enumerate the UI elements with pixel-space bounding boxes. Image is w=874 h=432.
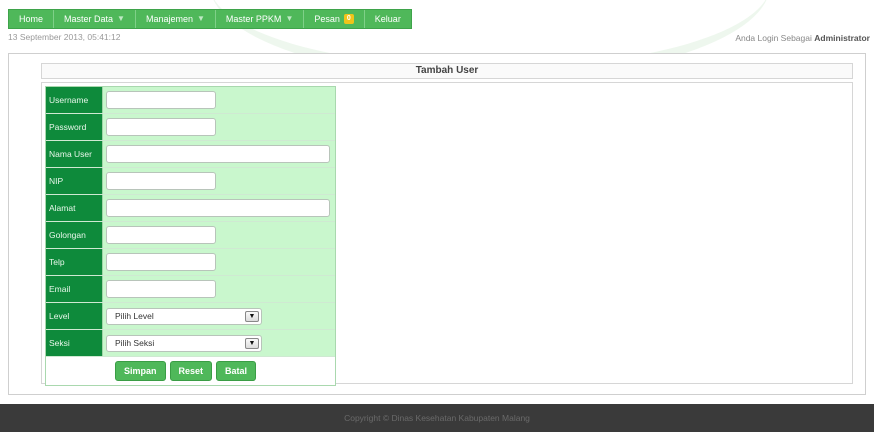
footer: Copyright © Dinas Kesehatan Kabupaten Ma… (0, 404, 874, 432)
form-row-nama-user: Nama User (46, 141, 335, 168)
nav-master-ppkm[interactable]: Master PPKM ▼ (216, 10, 305, 28)
dropdown-arrow-icon[interactable]: ▼ (245, 310, 259, 322)
email-label: Email (46, 276, 103, 302)
main-panel: Tambah User Username Password Nama User … (8, 53, 866, 395)
nav-home[interactable]: Home (9, 10, 55, 28)
actions-spacer (46, 357, 103, 385)
nav-master-data[interactable]: Master Data ▼ (54, 10, 136, 28)
message-count-badge: 0 (343, 14, 354, 24)
nip-input[interactable] (106, 172, 216, 190)
form-row-username: Username (46, 87, 335, 114)
nav-manajemen[interactable]: Manajemen ▼ (136, 10, 216, 28)
level-select[interactable]: Pilih Level ▼ (106, 307, 262, 325)
nama-user-input[interactable] (106, 145, 330, 163)
password-input[interactable] (106, 118, 216, 136)
form-row-password: Password (46, 114, 335, 141)
form-row-level: Level Pilih Level ▼ (46, 303, 335, 330)
dropdown-arrow-icon[interactable]: ▼ (245, 337, 259, 349)
chevron-down-icon: ▼ (197, 14, 205, 23)
form-row-email: Email (46, 276, 335, 303)
username-input[interactable] (106, 91, 216, 109)
form-row-actions: Simpan Reset Batal (46, 357, 335, 385)
nip-label: NIP (46, 168, 103, 194)
form-title: Tambah User (41, 63, 853, 79)
username-label: Username (46, 87, 103, 113)
top-nav: Home Master Data ▼ Manajemen ▼ Master PP… (8, 9, 412, 29)
email-input[interactable] (106, 280, 216, 298)
chevron-down-icon: ▼ (285, 14, 294, 23)
alamat-label: Alamat (46, 195, 103, 221)
datetime: 13 September 2013, 05:41:12 (8, 32, 121, 42)
nav-keluar-label: Keluar (374, 14, 401, 24)
add-user-form: Username Password Nama User NIP Alamat G… (45, 86, 336, 386)
chevron-down-icon: ▼ (117, 14, 125, 23)
nav-home-label: Home (19, 14, 44, 24)
seksi-select[interactable]: Pilih Seksi ▼ (106, 334, 262, 352)
alamat-input[interactable] (106, 199, 330, 217)
login-prefix: Anda Login Sebagai (735, 33, 812, 43)
form-row-golongan: Golongan (46, 222, 335, 249)
login-role: Administrator (814, 33, 870, 43)
telp-input[interactable] (106, 253, 216, 271)
password-label: Password (46, 114, 103, 140)
seksi-label: Seksi (46, 330, 103, 356)
login-info: Anda Login Sebagai Administrator (735, 33, 870, 43)
form-row-nip: NIP (46, 168, 335, 195)
form-row-telp: Telp (46, 249, 335, 276)
nama-user-label: Nama User (46, 141, 103, 167)
nav-master-data-label: Master Data (64, 14, 114, 24)
telp-label: Telp (46, 249, 103, 275)
reset-button[interactable]: Reset (169, 361, 213, 381)
nav-manajemen-label: Manajemen (145, 14, 193, 24)
seksi-select-value: Pilih Seksi (115, 338, 155, 348)
nav-pesan-label: Pesan (314, 14, 340, 24)
level-label: Level (46, 303, 103, 329)
golongan-input[interactable] (106, 226, 216, 244)
form-row-seksi: Seksi Pilih Seksi ▼ (46, 330, 335, 357)
level-select-value: Pilih Level (115, 311, 154, 321)
form-container: Username Password Nama User NIP Alamat G… (41, 82, 853, 386)
page: Home Master Data ▼ Manajemen ▼ Master PP… (0, 0, 874, 432)
simpan-button[interactable]: Simpan (115, 361, 166, 381)
batal-button[interactable]: Batal (216, 361, 257, 381)
nav-master-ppkm-label: Master PPKM (225, 14, 282, 24)
nav-keluar[interactable]: Keluar (365, 10, 411, 28)
form-row-alamat: Alamat (46, 195, 335, 222)
nav-pesan[interactable]: Pesan 0 (304, 10, 365, 28)
golongan-label: Golongan (46, 222, 103, 248)
